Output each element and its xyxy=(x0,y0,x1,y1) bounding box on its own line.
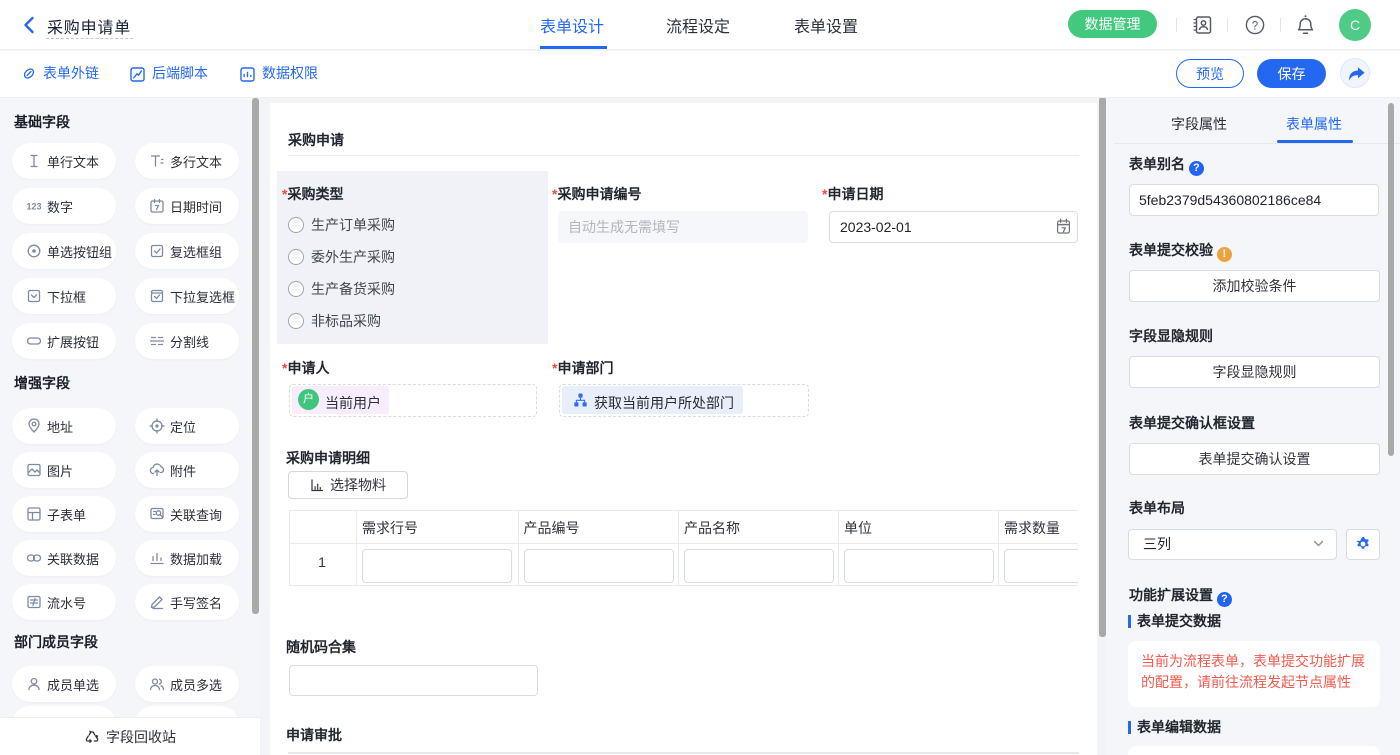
svg-text:?: ? xyxy=(1252,20,1258,32)
svg-text:123: 123 xyxy=(26,202,41,212)
